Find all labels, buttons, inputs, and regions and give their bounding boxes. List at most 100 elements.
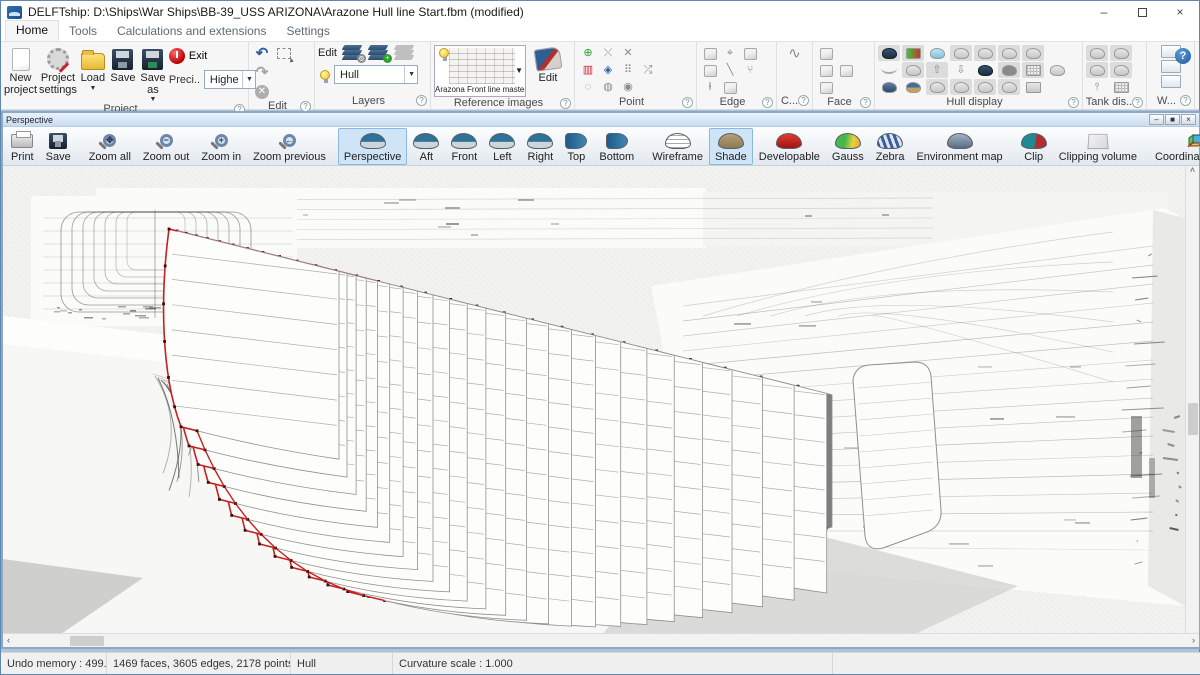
layers-help-icon[interactable]: ? [416,95,427,106]
edge-insert-icon[interactable]: ╲ [720,62,740,79]
load-button[interactable]: Load ▼ [79,45,107,92]
horizontal-scroll-thumb[interactable] [70,636,104,646]
display-controlnet-icon[interactable] [878,45,900,61]
face-delete-icon[interactable] [816,79,836,96]
save-view-button[interactable]: Save [40,128,77,165]
display-buttocks-icon[interactable] [974,45,996,61]
close-button[interactable]: × [1161,1,1199,23]
reference-caret-icon[interactable]: ▼ [515,66,523,75]
zoom-out-button[interactable]: −Zoom out [137,128,195,165]
edge-tree-icon[interactable]: ⱡ [700,79,720,96]
front-view-button[interactable]: Front [445,128,483,165]
reference-edit-button[interactable]: Edit [528,45,568,85]
delete-button[interactable]: ✕ [252,83,272,100]
vertical-scroll-thumb[interactable] [1188,403,1198,435]
edge-pillar-icon[interactable] [720,79,740,96]
selection-tool-button[interactable] [274,45,294,62]
display-markers-icon[interactable] [902,62,924,78]
save-as-button[interactable]: Save as ▼ [139,45,167,103]
new-project-button[interactable]: New project [4,45,37,96]
view-title-bar[interactable]: Perspective – ■ × [3,113,1199,127]
bottom-view-button[interactable]: Bottom [593,128,640,165]
display-curvature-icon[interactable] [878,62,900,78]
view-minimize-button[interactable]: – [1149,114,1164,125]
perspective-view-button[interactable]: Perspective [338,128,407,165]
face-help-icon[interactable]: ? [860,97,871,108]
tank-table-icon[interactable] [1110,79,1132,95]
layer-visibility-icon[interactable] [320,70,330,80]
clip-button[interactable]: Clip [1015,128,1053,165]
display-grid-icon[interactable] [1022,62,1044,78]
exit-button[interactable]: Exit [169,48,256,64]
viewport-3d[interactable] [3,166,1185,633]
project-settings-button[interactable]: Project settings [39,45,77,96]
edge-extrude-icon[interactable] [700,45,720,62]
face-mirror-icon[interactable] [836,62,856,79]
display-sections-icon[interactable] [950,79,972,95]
display-up-icon[interactable]: ⇧ [926,62,948,78]
point-align-icon[interactable]: ⠿ [618,62,638,79]
display-photo-icon[interactable] [974,62,996,78]
tank-transparent-icon[interactable] [1110,62,1132,78]
tank-sounding-icon[interactable]: ⫯ [1086,79,1108,95]
display-notes-icon[interactable] [1022,79,1044,95]
reference-image-selector[interactable]: ▼ Arazona Front line master [434,45,526,97]
display-stations-icon[interactable] [950,45,972,61]
point-diamond-icon[interactable]: ◈ [598,62,618,79]
point-cross-icon[interactable]: ✕ [618,45,638,62]
left-view-button[interactable]: Left [483,128,521,165]
display-seams-icon[interactable] [998,79,1020,95]
display-waterlines-icon[interactable] [998,45,1020,61]
display-frames-icon[interactable] [974,79,996,95]
gauss-button[interactable]: Gauss [826,128,870,165]
point-help-icon[interactable]: ? [682,97,693,108]
tab-home[interactable]: Home [5,20,59,41]
scroll-right-arrow[interactable]: › [1192,636,1195,645]
point-box-icon[interactable]: ▥ [578,62,598,79]
load-caret-icon[interactable]: ▼ [89,85,96,92]
edge-help-icon[interactable]: ? [762,97,773,108]
cascade-windows-icon[interactable] [1161,75,1181,88]
add-point-icon[interactable]: ⊕ [578,45,598,62]
save-as-caret-icon[interactable]: ▼ [149,96,156,103]
point-move-icon[interactable]: ⤮ [638,62,658,79]
clipping-volume-button[interactable]: Clipping volume [1053,128,1143,165]
view-close-button[interactable]: × [1181,114,1196,125]
tank-lines-icon[interactable] [1110,45,1132,61]
coordinate-axes-button[interactable]: Coordinate axes [1149,128,1200,165]
display-interior-icon[interactable] [926,45,948,61]
top-view-button[interactable]: Top [559,128,593,165]
tank-help-icon[interactable]: ? [1132,97,1143,108]
right-view-button[interactable]: Right [521,128,559,165]
edge-collapse-icon[interactable] [700,62,720,79]
point-project-icon[interactable]: ◉ [618,79,638,96]
vertical-scrollbar[interactable]: ˄ [1185,166,1199,633]
tab-calculations[interactable]: Calculations and extensions [107,22,276,41]
view-maximize-button[interactable]: ■ [1165,114,1180,125]
display-down-icon[interactable]: ⇩ [950,62,972,78]
redo-button[interactable]: ↷ [252,64,272,81]
print-button[interactable]: Print [5,128,40,165]
point-collapse-icon[interactable]: ◌ [578,79,598,96]
face-new-icon[interactable] [816,45,836,62]
tab-settings[interactable]: Settings [276,22,339,41]
display-shadow-icon[interactable] [998,62,1020,78]
edit-layers-icon[interactable]: ⚙ [343,45,363,60]
shade-button[interactable]: Shade [709,128,753,165]
reference-help-icon[interactable]: ? [560,98,571,109]
face-flip-icon[interactable] [816,62,836,79]
tab-tools[interactable]: Tools [59,22,107,41]
hull-display-help-icon[interactable]: ? [1068,97,1079,108]
edge-chain-icon[interactable]: ⑂ [740,62,760,79]
minimize-button[interactable]: – [1085,1,1123,23]
aft-view-button[interactable]: Aft [407,128,445,165]
active-layer-select[interactable]: Hull ▼ [334,65,418,84]
point-insert-icon[interactable]: ◍ [598,79,618,96]
window-help-icon[interactable]: ? [1180,95,1191,106]
display-wedge-icon[interactable] [1046,62,1068,78]
ribbon-help-icon[interactable]: ? [1175,48,1191,64]
wireframe-button[interactable]: Wireframe [646,128,709,165]
add-layer-icon[interactable]: + [369,45,389,60]
edge-crease-icon[interactable] [740,45,760,62]
reference-visibility-icon[interactable] [439,48,449,58]
